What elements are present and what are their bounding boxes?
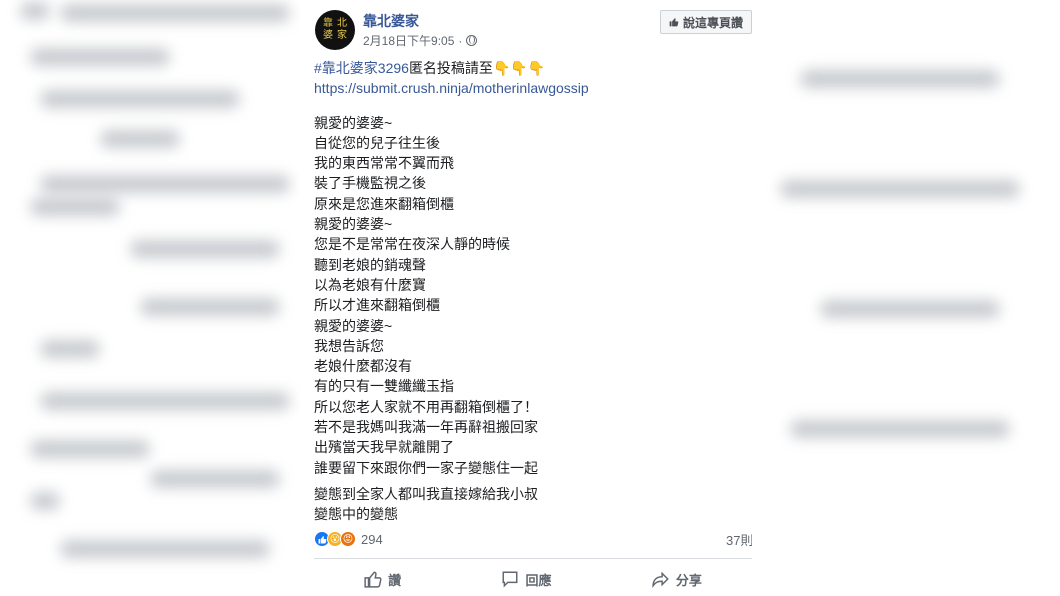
avatar-char: 家 [337,30,347,41]
post-text-line: 親愛的婆婆~ [314,317,393,334]
post-text-line: 我的東西常常不翼而飛 [314,155,454,172]
post-text-line: 所以您老人家就不用再翻箱倒櫃了！ [314,398,538,415]
post-text-line: 老娘什麼都沒有 [314,358,412,375]
comment-icon [503,571,518,588]
like-label: 讚 [388,572,402,588]
page-name-link[interactable]: 靠北婆家 [363,11,419,31]
post-text-line: 您是不是常常在夜深人靜的時候 [314,236,510,253]
reactions-bar: 😮 😡 294 37則 [314,528,752,550]
comment-label: 回應 [525,572,552,588]
like-page-label: 說這專頁讚 [682,15,743,30]
like-button[interactable]: 讚 [364,570,401,589]
post-body: #靠北婆家3296 匿名投稿請至 👇 👇 👇 https://submit.cr… [314,58,742,525]
hashtag-link[interactable]: #靠北婆家3296 [314,58,409,78]
post-text-line: 自從您的兒子往生後 [314,134,440,151]
angry-reaction-icon[interactable]: 😡 [340,531,356,547]
divider [314,558,752,559]
thumbs-up-icon [364,571,382,588]
hashtag-line: #靠北婆家3296 匿名投稿請至 👇 👇 👇 [314,58,742,78]
post-text-block: 變態到全家人都叫我直接嫁給我小叔 變態中的變態 [314,484,742,525]
share-label: 分享 [675,572,702,588]
blurred-background-right [760,0,1060,596]
share-icon [652,571,669,588]
thumbs-up-icon [669,18,679,27]
post-text-line: 親愛的婆婆~ [314,216,393,233]
like-page-button[interactable]: 說這專頁讚 [660,10,752,34]
post-text-line: 變態中的變態 [314,506,398,523]
avatar-char: 靠 [323,18,333,29]
submit-link[interactable]: https://submit.crush.ninja/motherinlawgo… [314,78,742,98]
post-text-line: 變態到全家人都叫我直接嫁給我小叔 [314,485,538,502]
post-text-line: 所以才進來翻箱倒櫃 [314,297,440,314]
post-text-line: 聽到老娘的銷魂聲 [314,256,426,273]
comment-button[interactable]: 回應 [501,570,552,589]
facebook-post: 靠 北 婆 家 靠北婆家 2月18日下午9:05 · 說這專頁讚 #靠北婆家32… [303,0,752,596]
post-text-line: 以為老娘有什麼寶 [314,276,426,293]
post-timestamp[interactable]: 2月18日下午9:05 [363,32,454,49]
blurred-background-left [0,0,300,596]
post-text-line: 原來是您進來翻箱倒櫃 [314,195,454,212]
post-text-block: 親愛的婆婆~ 自從您的兒子往生後 我的東西常常不翼而飛 裝了手機監視之後原來是您進來翻… [314,113,742,478]
post-header: 靠 北 婆 家 靠北婆家 2月18日下午9:05 · 說這專頁讚 [313,8,752,52]
post-text-line: 親愛的婆婆~ [314,114,393,131]
avatar-char: 婆 [323,30,333,41]
page-avatar[interactable]: 靠 北 婆 家 [315,10,355,50]
pointing-down-emoji-icon: 👇 [492,60,511,76]
share-button[interactable]: 分享 [652,570,702,589]
post-actions: 讚 回應 分享 [314,562,752,596]
globe-icon [466,35,478,46]
reaction-count[interactable]: 294 [361,532,383,547]
post-text-line: 裝了手機監視之後 [314,175,426,192]
pointing-down-emoji-icon: 👇 [527,60,546,76]
post-text-line: 出殯當天我早就離開了 [314,439,454,456]
post-meta: 2月18日下午9:05 · [363,32,478,49]
post-text-line: 我想告訴您 [314,337,384,354]
post-text-line: 誰要留下來跟你們一家子變態住一起 [314,459,538,476]
comment-count[interactable]: 37則 [726,530,752,549]
avatar-char: 北 [337,18,347,29]
post-text-line: 有的只有一雙纖纖玉指 [314,378,454,395]
post-text-line: 若不是我媽叫我滿一年再辭祖搬回家 [314,419,538,436]
pointing-down-emoji-icon: 👇 [510,60,528,76]
submit-text: 匿名投稿請至 [408,60,493,76]
